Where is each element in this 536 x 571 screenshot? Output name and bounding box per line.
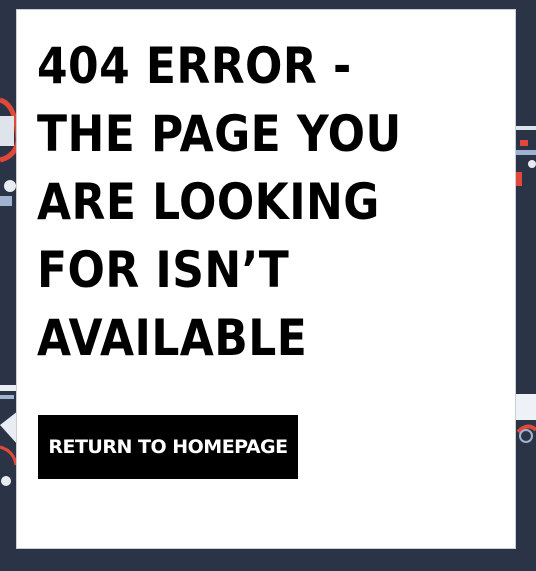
right-illustration-lower xyxy=(516,394,536,443)
page-background: 404 ERROR - THE PAGE YOU ARE LOOKING FOR… xyxy=(0,0,536,571)
right-illustration xyxy=(516,126,536,186)
error-card: 404 ERROR - THE PAGE YOU ARE LOOKING FOR… xyxy=(16,9,516,549)
return-homepage-button[interactable]: RETURN TO HOMEPAGE xyxy=(38,415,298,479)
error-heading: 404 ERROR - THE PAGE YOU ARE LOOKING FOR… xyxy=(37,37,402,367)
